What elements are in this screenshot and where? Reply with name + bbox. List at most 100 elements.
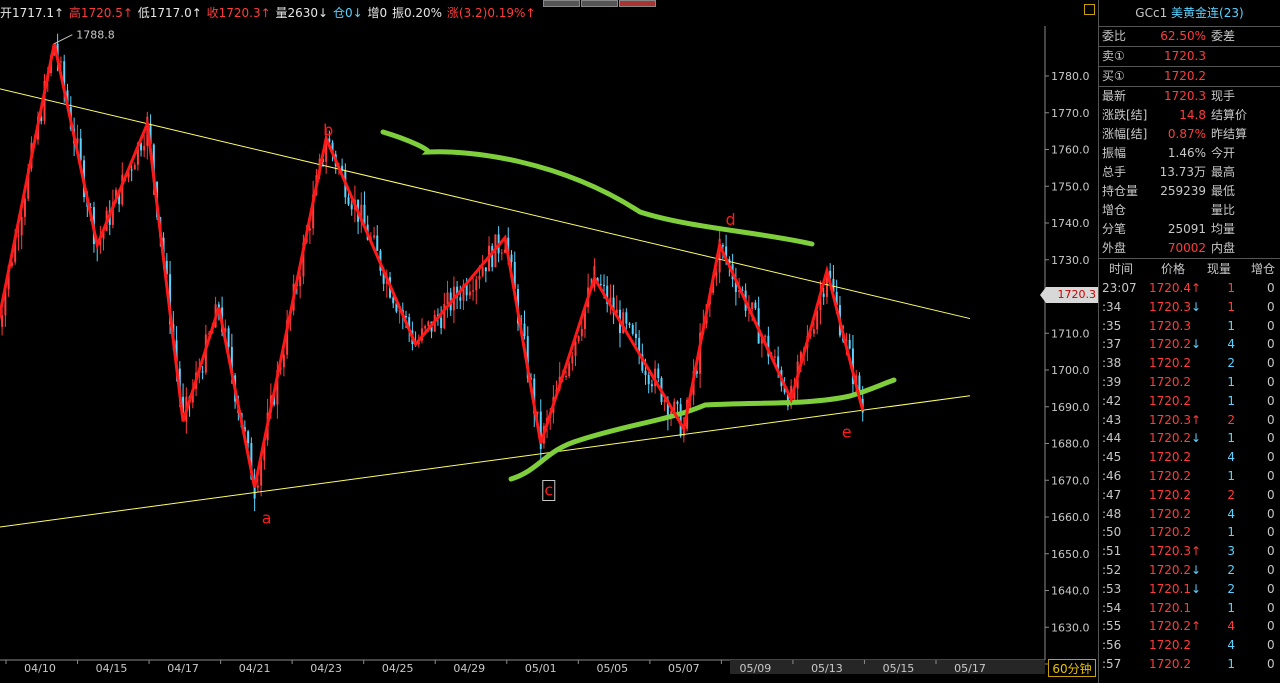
up-arrow-icon: ↑	[1191, 619, 1202, 634]
y-tick-label: 1710.0	[1051, 327, 1090, 340]
candle-body	[446, 292, 449, 305]
quote-value: 25091	[1167, 222, 1206, 236]
tick-volume: 4	[1227, 337, 1235, 352]
quote-label: 增仓	[1102, 203, 1127, 217]
down-arrow-icon: ↓	[1191, 581, 1202, 596]
candle-body	[500, 252, 503, 254]
tick-row[interactable]: :54 1720.1 1 0	[1099, 599, 1280, 618]
quote-row: 外盘 70002 内盘	[1099, 239, 1280, 258]
candle-body	[475, 279, 478, 291]
candle-body	[247, 431, 250, 444]
tick-oi: 0	[1267, 506, 1275, 521]
candle-body	[392, 297, 395, 304]
chart-corner-toggle[interactable]	[1084, 4, 1095, 15]
quote-row: 增仓 量比	[1099, 201, 1280, 220]
tick-row[interactable]: :35 1720.3 1 0	[1099, 317, 1280, 336]
tick-price: 1720.2	[1149, 393, 1191, 408]
tick-volume: 4	[1227, 638, 1235, 653]
x-tick-label: 04/10	[24, 662, 56, 675]
tick-row[interactable]: :56 1720.2 4 0	[1099, 636, 1280, 655]
quote-label-secondary: 内盘	[1211, 241, 1236, 255]
candle-body	[59, 61, 62, 63]
x-tick-label: 05/01	[525, 662, 557, 675]
tick-price: 1720.3↓	[1149, 299, 1202, 314]
x-tick-label: 04/17	[167, 662, 199, 675]
tick-row[interactable]: :43 1720.3↑ 2 0	[1099, 411, 1280, 430]
quote-label-secondary: 均量	[1211, 222, 1236, 236]
x-tick-label: 04/25	[382, 662, 414, 675]
tick-row[interactable]: :57 1720.2 1 0	[1099, 655, 1280, 674]
tick-row[interactable]: :39 1720.2 1 0	[1099, 373, 1280, 392]
x-tick-label: 04/29	[453, 662, 485, 675]
tick-row[interactable]: :34 1720.3↓ 1 0	[1099, 298, 1280, 317]
candle-body	[17, 235, 20, 237]
tick-row[interactable]: :52 1720.2↓ 2 0	[1099, 561, 1280, 580]
y-tick-label: 1750.0	[1051, 180, 1090, 193]
candle-body	[647, 374, 650, 385]
tick-row[interactable]: :44 1720.2↓ 1 0	[1099, 429, 1280, 448]
tick-oi: 0	[1267, 581, 1275, 596]
quote-row: 涨幅[结] 0.87% 昨结算	[1099, 125, 1280, 144]
tick-row[interactable]: :46 1720.2 1 0	[1099, 467, 1280, 486]
x-tick-label: 04/15	[96, 662, 128, 675]
tick-table[interactable]: 23:07 1720.4↑ 1 0:34 1720.3↓ 1 0:35 1720.3 1 0:37…	[1099, 279, 1280, 674]
tick-volume: 1	[1227, 656, 1235, 671]
tick-time: 23:07	[1102, 281, 1137, 295]
tick-volume: 1	[1227, 431, 1235, 446]
tick-price: 1720.2↓	[1149, 337, 1202, 352]
high-marker-label: 1788.8	[76, 29, 115, 42]
candle-body	[603, 284, 606, 286]
tick-row[interactable]: :38 1720.2 2 0	[1099, 354, 1280, 373]
tick-row[interactable]: :42 1720.2 1 0	[1099, 392, 1280, 411]
quote-label: 振幅	[1102, 146, 1127, 160]
tick-time: :39	[1102, 374, 1122, 389]
quote-value: 62.50%	[1160, 29, 1206, 43]
tick-price: 1720.2↓	[1149, 431, 1202, 446]
quote-row: 振幅 1.46% 今开	[1099, 144, 1280, 163]
down-arrow-icon: ↓	[1191, 562, 1202, 577]
wave-label-a: a	[262, 509, 272, 528]
tick-oi: 0	[1267, 656, 1275, 671]
tick-oi: 0	[1267, 281, 1275, 295]
period-selector-button[interactable]: 60分钟	[1048, 659, 1096, 677]
candle-body	[676, 401, 679, 405]
lower-trendline	[0, 395, 971, 528]
tick-oi: 0	[1267, 412, 1275, 427]
candle-body	[299, 276, 302, 287]
tick-row[interactable]: :47 1720.2 2 0	[1099, 486, 1280, 505]
tick-row[interactable]: :48 1720.2 4 0	[1099, 505, 1280, 524]
tick-volume: 4	[1227, 450, 1235, 465]
y-tick-label: 1630.0	[1051, 621, 1090, 634]
tick-row[interactable]: :53 1720.1↓ 2 0	[1099, 580, 1280, 599]
tick-price: 1720.2	[1149, 656, 1191, 671]
candle-body	[350, 204, 353, 210]
wave-label-c: c	[544, 481, 553, 500]
header-volume: 现量	[1207, 262, 1232, 276]
tick-row[interactable]: :45 1720.2 4 0	[1099, 448, 1280, 467]
up-arrow-icon: ↑	[1191, 544, 1202, 559]
quote-row: 分笔 25091 均量	[1099, 220, 1280, 239]
high-marker-line	[54, 34, 73, 45]
tick-row[interactable]: :55 1720.2↑ 4 0	[1099, 617, 1280, 636]
tick-row[interactable]: :50 1720.2 1 0	[1099, 523, 1280, 542]
tick-row[interactable]: :51 1720.3↑ 3 0	[1099, 542, 1280, 561]
y-tick-label: 1660.0	[1051, 511, 1090, 524]
quote-value: 1.46%	[1167, 146, 1206, 160]
tick-row[interactable]: :37 1720.2↓ 4 0	[1099, 335, 1280, 354]
tick-oi: 0	[1267, 431, 1275, 446]
hand-drawn-lower-curve	[508, 377, 897, 482]
quote-value: 1720.2	[1164, 69, 1206, 83]
tick-time: :34	[1102, 299, 1122, 314]
candle-body	[628, 323, 631, 325]
tick-oi: 0	[1267, 337, 1275, 352]
x-tick-label: 05/13	[811, 662, 843, 675]
price-chart[interactable]: 1780.0 1770.0 1760.0 1750.0 1740.0 1730.0 1720…	[0, 0, 1098, 683]
candle-body	[634, 333, 637, 338]
candle-body	[491, 245, 494, 268]
tick-oi: 0	[1267, 638, 1275, 653]
tick-row[interactable]: 23:07 1720.4↑ 1 0	[1099, 279, 1280, 298]
symbol-name: 美黄金连(23)	[1171, 6, 1244, 20]
quote-row: 委比 62.50% 委差	[1099, 27, 1280, 47]
quote-label: 涨跌[结]	[1102, 108, 1148, 122]
candle-body	[657, 368, 660, 379]
